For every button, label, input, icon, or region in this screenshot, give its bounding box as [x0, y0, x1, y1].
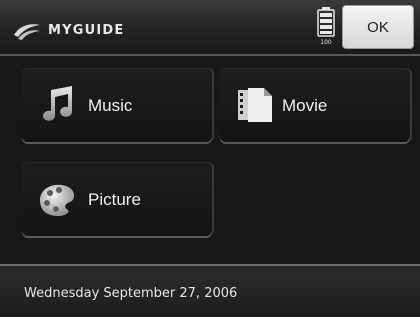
device-screen: MYGUIDE 100 OK Music Movie Picture Wedne… [0, 0, 420, 317]
logo-text: MYGUIDE [48, 22, 125, 38]
picture-label: Picture [88, 190, 141, 209]
header-bar: MYGUIDE 100 OK [0, 0, 420, 56]
picture-button[interactable]: Picture [22, 162, 212, 236]
movie-button[interactable]: Movie [220, 68, 410, 142]
date-display: Wednesday September 27, 2006 [24, 286, 238, 301]
logo: MYGUIDE [12, 18, 125, 42]
music-button[interactable]: Music [22, 68, 212, 142]
battery-icon: 100 [317, 7, 335, 46]
ok-button[interactable]: OK [342, 5, 414, 49]
myguide-logo-icon [14, 24, 40, 40]
movie-label: Movie [282, 96, 328, 115]
music-note-icon [43, 86, 72, 121]
film-document-icon [238, 88, 272, 122]
battery-label: 100 [320, 39, 332, 46]
music-label: Music [88, 96, 133, 115]
main-menu: Music Movie Picture [0, 56, 420, 264]
paint-palette-icon [40, 184, 75, 216]
status-bar: Wednesday September 27, 2006 [0, 264, 420, 317]
